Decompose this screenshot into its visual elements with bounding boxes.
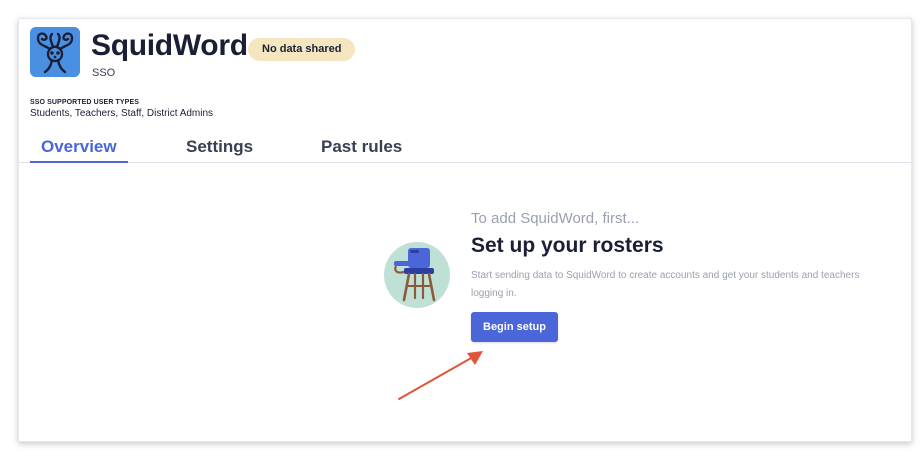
setup-description: Start sending data to SquidWord to creat… bbox=[471, 270, 860, 299]
begin-setup-button[interactable]: Begin setup bbox=[471, 312, 558, 342]
setup-headline: Set up your rosters bbox=[471, 234, 664, 257]
app-detail-card: SquidWord SSO No data shared SSO SUPPORT… bbox=[18, 18, 912, 442]
tab-past-rules[interactable]: Past rules bbox=[321, 137, 402, 157]
setup-eyebrow: To add SquidWord, first... bbox=[471, 210, 640, 227]
tab-bar: Overview Settings Past rules bbox=[19, 133, 911, 163]
school-desk-chair-icon bbox=[382, 240, 452, 310]
red-arrow-icon bbox=[398, 351, 483, 400]
active-tab-indicator bbox=[30, 161, 128, 163]
sso-user-types-value: Students, Teachers, Staff, District Admi… bbox=[30, 108, 214, 119]
sso-user-types-label: SSO SUPPORTED USER TYPES bbox=[30, 99, 139, 106]
app-type-label: SSO bbox=[92, 67, 116, 79]
data-sharing-badge: No data shared bbox=[248, 38, 356, 61]
app-name: SquidWord bbox=[91, 29, 248, 62]
tab-settings[interactable]: Settings bbox=[186, 137, 253, 157]
tab-overview[interactable]: Overview bbox=[41, 137, 117, 157]
squid-logo-icon bbox=[30, 27, 80, 77]
